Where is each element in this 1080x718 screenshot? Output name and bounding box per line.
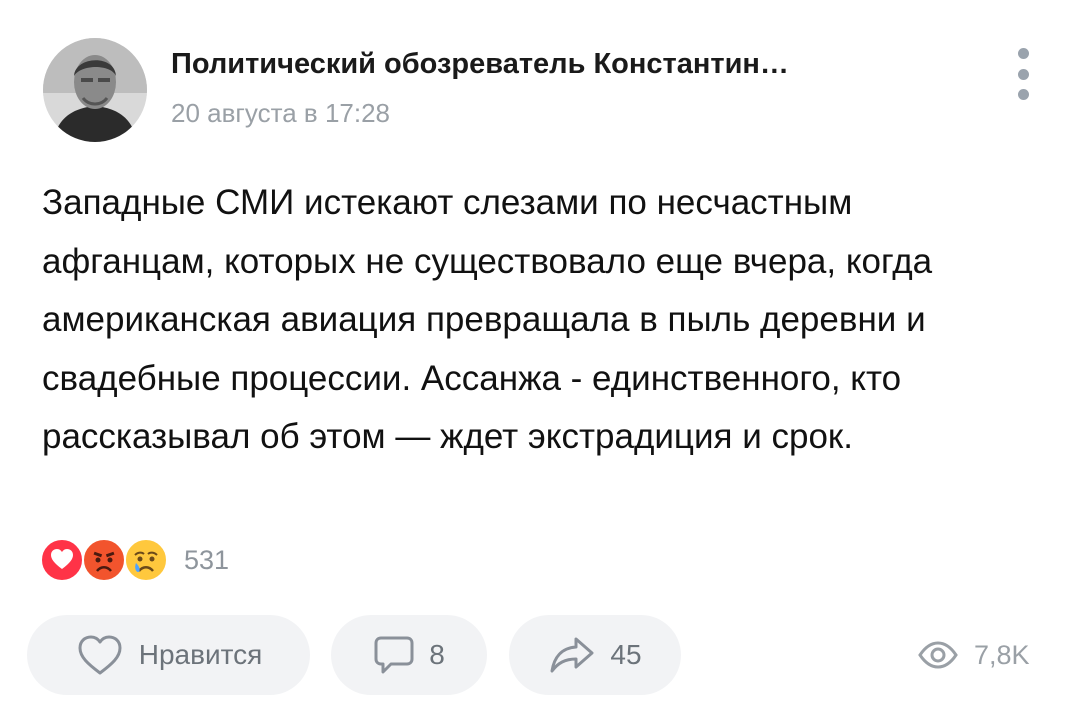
eye-icon bbox=[918, 641, 958, 669]
heart-icon bbox=[40, 538, 84, 582]
heart-outline-icon bbox=[78, 635, 122, 675]
views-count: 7,8K bbox=[974, 639, 1030, 670]
comment-icon bbox=[374, 636, 414, 674]
crying-face-icon bbox=[124, 538, 168, 582]
share-button[interactable]: 45 bbox=[509, 615, 681, 695]
share-count: 45 bbox=[610, 639, 642, 670]
like-button[interactable]: Нравится bbox=[27, 615, 310, 695]
comment-count: 8 bbox=[429, 639, 445, 670]
reaction-count: 531 bbox=[184, 544, 230, 575]
menu-dot bbox=[1017, 89, 1029, 100]
post-date[interactable]: 20 августа в 17:28 bbox=[171, 98, 390, 129]
post-text: Западные СМИ истекают слезами по несчаст… bbox=[42, 183, 933, 456]
author-avatar[interactable] bbox=[43, 38, 147, 142]
reactions-summary[interactable]: 531 bbox=[40, 538, 229, 582]
menu-dot bbox=[1017, 68, 1029, 80]
reaction-icons bbox=[40, 538, 174, 582]
avatar-image bbox=[43, 38, 147, 142]
angry-face-icon bbox=[82, 538, 126, 582]
more-options-icon[interactable] bbox=[1008, 48, 1038, 100]
share-icon bbox=[550, 637, 594, 673]
menu-dot bbox=[1017, 48, 1029, 59]
author-name[interactable]: Политический обозреватель Константин… bbox=[171, 48, 789, 81]
like-label: Нравится bbox=[138, 639, 263, 670]
comment-button[interactable]: 8 bbox=[331, 615, 487, 695]
views-counter: 7,8K bbox=[918, 633, 1030, 677]
